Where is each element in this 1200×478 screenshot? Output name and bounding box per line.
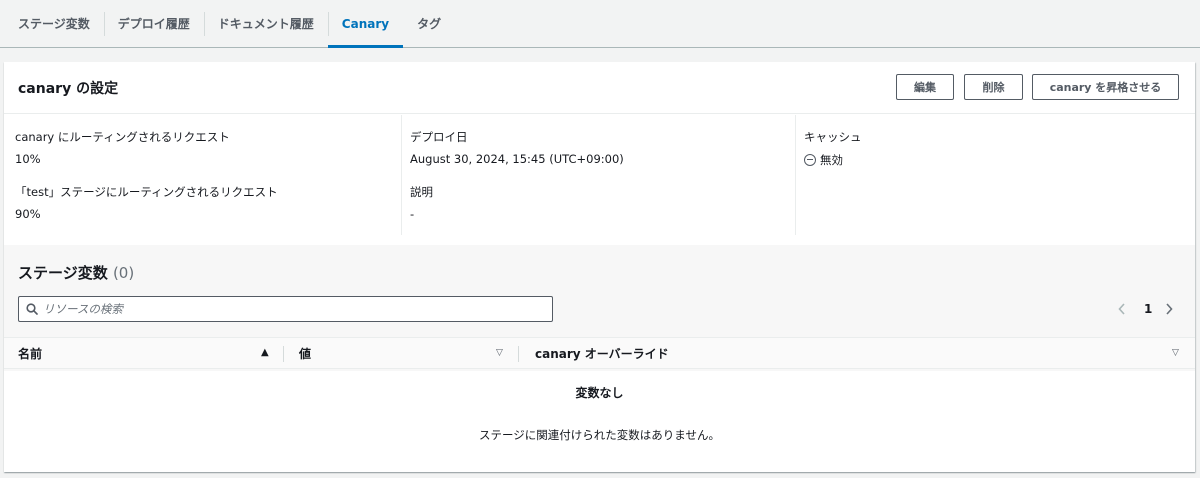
details-column-cache: キャッシュ 無効	[795, 115, 1190, 235]
column-header-name[interactable]: 名前	[18, 338, 42, 368]
search-placeholder: リソースの検索	[43, 302, 123, 316]
canary-requests-value: 10%	[15, 152, 41, 166]
pagination-page-number[interactable]: 1	[1144, 301, 1152, 317]
empty-state-description: ステージに関連付けられた変数はありません。	[479, 428, 720, 442]
description-label: 説明	[410, 185, 433, 199]
delete-button[interactable]: 削除	[964, 74, 1023, 100]
chevron-right-icon	[1166, 303, 1173, 315]
column-header-canary-override[interactable]: canary オーバーライド	[535, 338, 669, 368]
canary-requests-label: canary にルーティングされるリクエスト	[15, 130, 230, 144]
card-title: canary の設定	[18, 81, 119, 97]
tab-bar: ステージ変数 デプロイ履歴 ドキュメント履歴 Canary タグ	[0, 0, 1200, 48]
chevron-left-icon	[1118, 303, 1125, 315]
sort-ascending-icon[interactable]: ▲	[261, 347, 269, 358]
sort-icon[interactable]: ▽	[1172, 348, 1179, 358]
canary-details: canary にルーティングされるリクエスト 10% 「test」ステージにルー…	[4, 115, 1195, 243]
sort-icon[interactable]: ▽	[496, 348, 503, 358]
details-column-deploy: デプロイ日 August 30, 2024, 15:45 (UTC+09:00)…	[401, 115, 795, 235]
table-header: 名前 ▲ 値 ▽ canary オーバーライド ▽	[4, 337, 1195, 369]
description-field: 説明 -	[410, 184, 433, 221]
promote-canary-button[interactable]: canary を昇格させる	[1032, 74, 1179, 100]
canary-requests-field: canary にルーティングされるリクエスト 10%	[15, 129, 230, 166]
cache-label: キャッシュ	[804, 130, 862, 144]
search-icon	[26, 303, 38, 315]
cache-value-row: 無効	[804, 152, 862, 168]
description-value: -	[410, 207, 415, 221]
tab-stage-variables[interactable]: ステージ変数	[4, 0, 104, 47]
stage-requests-label: 「test」ステージにルーティングされるリクエスト	[15, 185, 278, 199]
cache-field: キャッシュ 無効	[804, 129, 862, 168]
details-column-requests: canary にルーティングされるリクエスト 10% 「test」ステージにルー…	[15, 115, 400, 235]
deploy-date-value: August 30, 2024, 15:45 (UTC+09:00)	[410, 152, 624, 166]
canary-settings-card: canary の設定 編集 削除 canary を昇格させる canary にル…	[4, 62, 1195, 472]
stage-variables-title-text: ステージ変数	[18, 264, 108, 282]
card-header: canary の設定 編集 削除 canary を昇格させる	[4, 62, 1195, 114]
stage-requests-value: 90%	[15, 207, 41, 221]
column-divider	[283, 346, 284, 362]
tab-canary[interactable]: Canary	[327, 0, 404, 48]
deploy-date-field: デプロイ日 August 30, 2024, 15:45 (UTC+09:00)	[410, 129, 624, 166]
stage-variables-title: ステージ変数 (0)	[18, 262, 134, 283]
tab-document-history[interactable]: ドキュメント履歴	[203, 0, 328, 47]
stage-requests-field: 「test」ステージにルーティングされるリクエスト 90%	[15, 184, 278, 221]
column-header-value[interactable]: 値	[299, 338, 311, 368]
cache-value: 無効	[820, 153, 843, 167]
search-input[interactable]: リソースの検索	[18, 296, 553, 322]
pagination-next-button[interactable]	[1165, 301, 1173, 317]
empty-state-title: 変数なし	[575, 386, 624, 400]
disabled-circle-icon	[804, 154, 816, 166]
column-divider	[518, 346, 519, 362]
edit-button[interactable]: 編集	[896, 74, 954, 100]
tab-tags[interactable]: タグ	[403, 0, 455, 47]
tab-deploy-history[interactable]: デプロイ履歴	[103, 0, 204, 47]
pagination-prev-button[interactable]	[1118, 301, 1126, 317]
deploy-date-label: デプロイ日	[410, 130, 468, 144]
stage-variables-count: (0)	[112, 264, 135, 282]
